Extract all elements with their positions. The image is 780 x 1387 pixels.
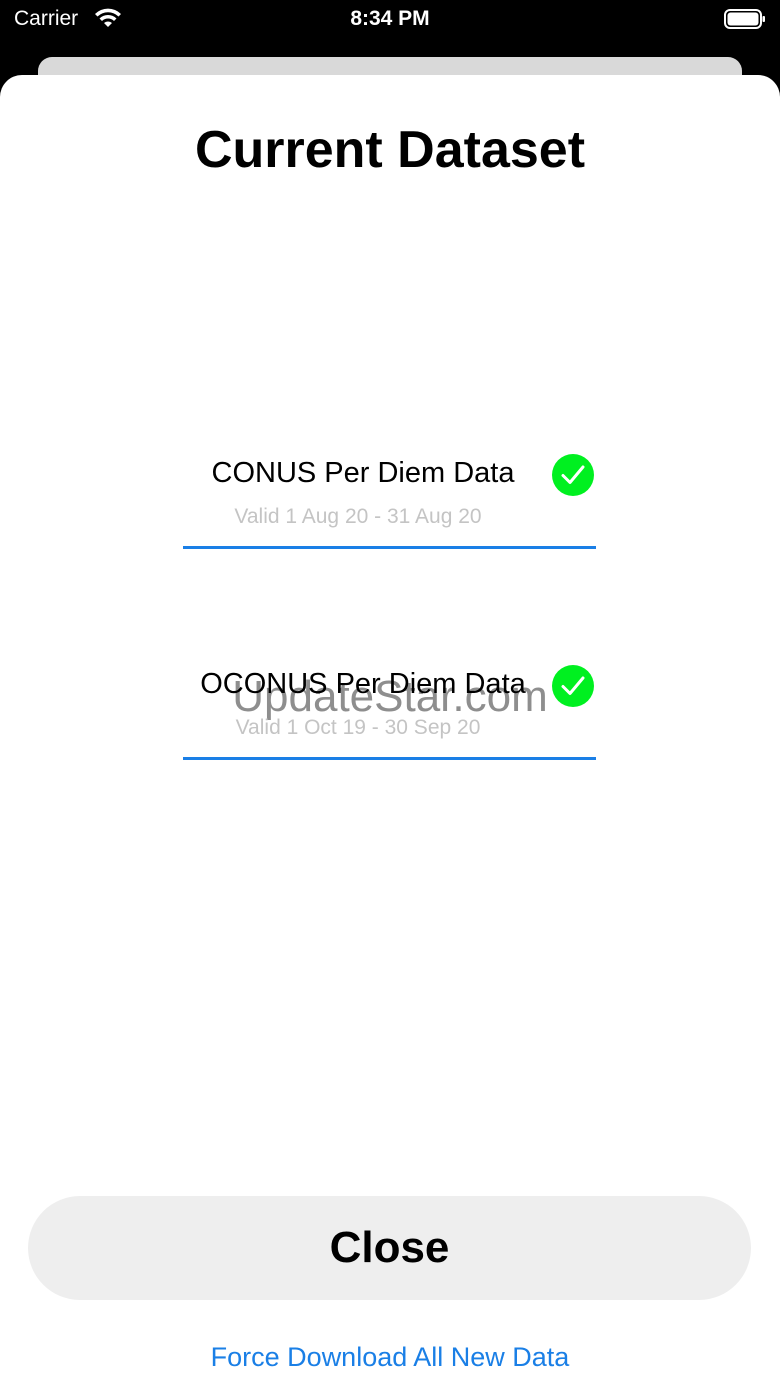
dataset-row-conus[interactable]: CONUS Per Diem Data Valid 1 Aug 20 - 31 … xyxy=(183,442,596,552)
row-divider xyxy=(183,546,596,549)
clock-time: 8:34 PM xyxy=(350,7,430,30)
dataset-validity: Valid 1 Oct 19 - 30 Sep 20 xyxy=(235,716,481,739)
page-title: Current Dataset xyxy=(194,121,586,179)
dataset-label: OCONUS Per Diem Data xyxy=(200,668,526,700)
dataset-validity: Valid 1 Aug 20 - 31 Aug 20 xyxy=(234,505,482,528)
force-download-link[interactable]: Force Download All New Data xyxy=(0,1342,780,1373)
close-button[interactable]: Close xyxy=(28,1196,751,1300)
dataset-row-oconus[interactable]: OCONUS Per Diem Data Valid 1 Oct 19 - 30… xyxy=(183,653,596,763)
battery-full-icon xyxy=(724,9,765,29)
checkmark-circle-icon xyxy=(552,665,594,707)
status-bar: Carrier 8:34 PM xyxy=(0,0,780,44)
dataset-label: CONUS Per Diem Data xyxy=(211,457,515,489)
checkmark-circle-icon xyxy=(552,454,594,496)
row-divider xyxy=(183,757,596,760)
